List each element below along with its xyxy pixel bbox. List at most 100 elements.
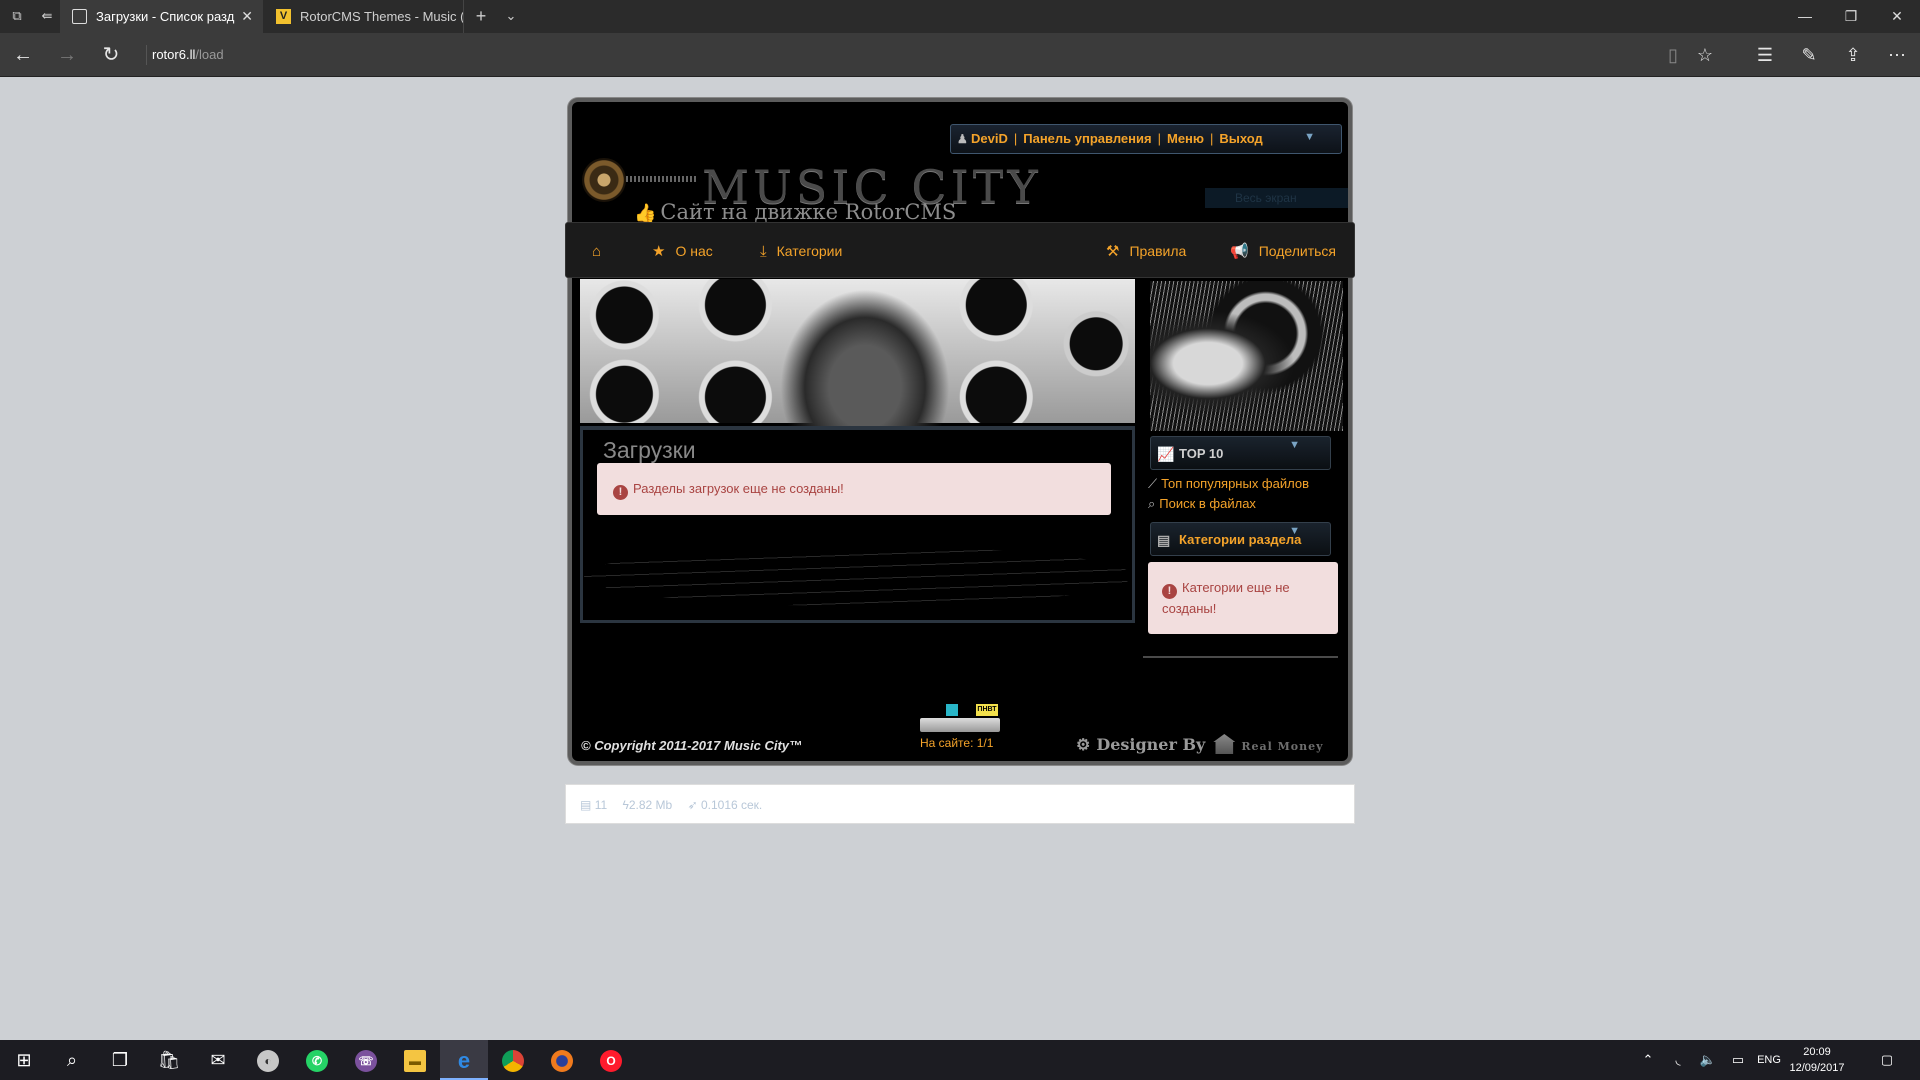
- address-field[interactable]: rotor6.ll/load: [152, 45, 224, 65]
- tab-rotorcms-themes[interactable]: V RotorCMS Themes - Music (: [264, 0, 464, 33]
- hub-icon[interactable]: ☰: [1752, 43, 1778, 67]
- nav-categories[interactable]: ⤓ Категории: [760, 223, 842, 279]
- copyright-text: © Copyright 2011-2017 Music City™: [581, 738, 803, 753]
- music-notes-decoration: [584, 546, 1132, 606]
- designer-credit[interactable]: ⚙ Designer By Real Money: [1076, 734, 1324, 754]
- tab-downloads[interactable]: Загрузки - Список разд ✕: [60, 0, 263, 33]
- sidebar-divider: [1143, 656, 1338, 658]
- back-icon[interactable]: ←: [10, 43, 36, 67]
- restore-icon[interactable]: ❐: [1828, 0, 1874, 33]
- site-subtitle-text: Сайт на движке RotorCMS: [660, 200, 957, 224]
- top-files-link[interactable]: ⟋ Топ популярных файлов: [1148, 476, 1309, 492]
- more-icon[interactable]: ⋯: [1884, 43, 1910, 67]
- online-count[interactable]: На сайте: 1/1: [920, 736, 993, 750]
- reading-view-icon[interactable]: ▯: [1660, 43, 1686, 67]
- tab-title: Загрузки - Список разд: [96, 9, 235, 24]
- tab-list-icon[interactable]: ⧉: [8, 8, 26, 24]
- top-files-label: Топ популярных файлов: [1161, 476, 1309, 491]
- search-files-link[interactable]: ⌕ Поиск в файлах: [1148, 496, 1256, 512]
- action-center-icon[interactable]: ▢: [1872, 1040, 1902, 1080]
- nav-rules-label: Правила: [1129, 243, 1187, 259]
- chart-line-icon: ⟋: [1148, 476, 1158, 491]
- windows-start-icon[interactable]: ⊞: [0, 1040, 48, 1080]
- counter-badge-b: ПНВТ: [976, 704, 998, 716]
- user-menu: ♟ DeviD | Панель управления | Меню | Выход ▼: [950, 124, 1342, 154]
- memory-usage: ϟ2.82 Mb: [623, 798, 673, 812]
- counter-bar: [920, 718, 1000, 732]
- favorites-star-icon[interactable]: ☆: [1692, 43, 1718, 67]
- store-icon[interactable]: 🛍: [145, 1040, 193, 1080]
- firefox-icon[interactable]: [538, 1040, 586, 1080]
- visit-counter[interactable]: ПНВТ: [920, 704, 1000, 734]
- categories-widget-header: ▤ Категории раздела ▼: [1150, 522, 1331, 556]
- battery-icon[interactable]: ▭: [1726, 1040, 1750, 1080]
- chevron-down-icon: ▼: [1289, 525, 1300, 537]
- headphones-girl-image: [1150, 281, 1343, 431]
- edge-browser-icon[interactable]: e: [440, 1040, 488, 1080]
- network-icon[interactable]: ◟: [1666, 1040, 1690, 1080]
- menu-separator: |: [1013, 131, 1018, 146]
- refresh-icon[interactable]: ↻: [98, 43, 124, 67]
- alert-text: Разделы загрузок еще не созданы!: [633, 481, 844, 496]
- url-path: /load: [195, 47, 224, 62]
- browser-toolbar: ← → ↻ rotor6.ll/load ▯ ☆ ☰ ✎ ⇪ ⋯: [0, 33, 1920, 77]
- set-tabs-aside-icon[interactable]: ⇚: [38, 8, 56, 24]
- app-ufo-icon[interactable]: ◐: [244, 1040, 292, 1080]
- chrome-icon[interactable]: [489, 1040, 537, 1080]
- language-indicator[interactable]: ENG: [1754, 1040, 1784, 1080]
- nav-about-label: О нас: [675, 243, 713, 259]
- user-link[interactable]: DeviD: [971, 131, 1008, 146]
- top10-title: TOP 10: [1179, 446, 1224, 461]
- search-icon[interactable]: ⌕: [48, 1040, 96, 1080]
- viber-icon[interactable]: ☏: [342, 1040, 390, 1080]
- bullhorn-icon: 📢: [1230, 243, 1249, 260]
- forward-icon[interactable]: →: [54, 43, 80, 67]
- list-icon: ▤: [1157, 532, 1171, 548]
- nav-share[interactable]: 📢 Поделиться: [1230, 223, 1336, 279]
- minimize-icon[interactable]: —: [1782, 0, 1828, 33]
- menu-link[interactable]: Меню: [1167, 131, 1204, 146]
- close-window-icon[interactable]: ✕: [1874, 0, 1920, 33]
- main-navigation: ⌂ ★ О нас ⤓ Категории ⚒ Правила 📢 Поделиться: [565, 222, 1355, 278]
- no-sections-alert: ! Разделы загрузок еще не созданы!: [597, 463, 1111, 515]
- file-explorer-icon[interactable]: ▬: [391, 1040, 439, 1080]
- taskbar-clock[interactable]: 20:09 12/09/2017: [1782, 1044, 1852, 1076]
- nav-share-label: Поделиться: [1258, 243, 1336, 259]
- chevron-down-icon: ▼: [1289, 439, 1300, 451]
- menu-separator: |: [1157, 131, 1161, 146]
- rebel-logo-icon: ⚙: [1076, 735, 1091, 754]
- fullscreen-button[interactable]: Весь экран: [1205, 188, 1348, 208]
- counter-badge-a: [946, 704, 958, 716]
- search-files-label: Поиск в файлах: [1159, 496, 1256, 511]
- clock-time: 20:09: [1803, 1046, 1831, 1058]
- logout-link[interactable]: Выход: [1219, 131, 1262, 146]
- task-view-icon[interactable]: ❐: [96, 1040, 144, 1080]
- rocket-icon: ➶: [687, 798, 698, 812]
- close-tab-icon[interactable]: ✕: [241, 0, 253, 33]
- show-hidden-icons-icon[interactable]: ⌃: [1636, 1040, 1660, 1080]
- browser-tab-bar: ⧉ ⇚ Загрузки - Список разд ✕ V RotorCMS …: [0, 0, 1920, 33]
- download-icon: ⤓: [760, 243, 767, 260]
- web-note-icon[interactable]: ✎: [1796, 43, 1822, 67]
- house-logo-icon: [1213, 734, 1236, 754]
- tab-preview-chevron-icon[interactable]: ⌄: [502, 8, 520, 24]
- top10-widget-header: 📈 TOP 10 ▼: [1150, 436, 1331, 470]
- chart-line-icon: 📈: [1157, 446, 1175, 462]
- opera-icon[interactable]: O: [587, 1040, 635, 1080]
- nav-rules[interactable]: ⚒ Правила: [1106, 223, 1186, 279]
- nav-about[interactable]: ★ О нас: [652, 223, 713, 279]
- nav-categories-label: Категории: [776, 243, 843, 259]
- url-separator: [146, 45, 147, 65]
- new-tab-icon[interactable]: +: [472, 7, 490, 25]
- volume-icon[interactable]: 🔈: [1696, 1040, 1720, 1080]
- nav-home[interactable]: ⌂: [592, 223, 611, 279]
- menu-separator: |: [1210, 131, 1214, 146]
- whatsapp-icon[interactable]: ✆: [293, 1040, 341, 1080]
- admin-panel-link[interactable]: Панель управления: [1023, 131, 1151, 146]
- header-banner-image: [580, 279, 1135, 429]
- db-queries: ▤ 11: [580, 798, 607, 812]
- share-icon[interactable]: ⇪: [1840, 43, 1866, 67]
- mail-icon[interactable]: ✉: [194, 1040, 242, 1080]
- banner-person-silhouette: [780, 289, 950, 429]
- database-icon: ▤: [580, 798, 592, 812]
